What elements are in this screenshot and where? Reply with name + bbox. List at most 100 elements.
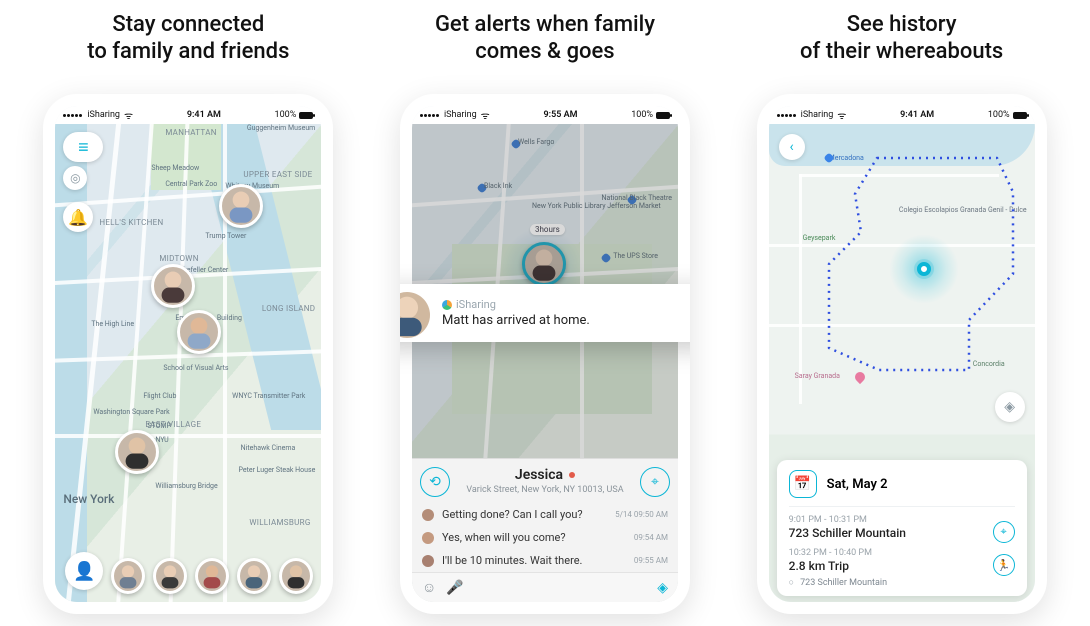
map-poi: National Black Theatre — [602, 194, 672, 202]
notif-app-name: iSharing — [456, 298, 496, 311]
chat-time: 5/14 09:50 AM — [615, 510, 668, 519]
compass-icon: ◎ — [70, 171, 80, 185]
friend-avatar[interactable] — [177, 310, 221, 354]
clock-icon: ⟲ — [429, 474, 441, 490]
battery-icon — [656, 112, 670, 119]
map-label: MANHATTAN — [165, 128, 216, 137]
status-dot-icon — [569, 472, 575, 478]
friends-row — [111, 558, 313, 594]
chat-line[interactable]: I'll be 10 minutes. Wait there. 09:55 AM — [412, 549, 678, 572]
add-user-icon: 👤 — [73, 561, 95, 582]
carrier-label: iSharing — [87, 110, 120, 120]
screen-3: iSharing ᯤ 9:41 AM 100% Mercadona Geysep… — [769, 106, 1035, 602]
column-3: See history of their whereabouts iSharin… — [732, 10, 1072, 614]
menu-button[interactable]: ≡ — [63, 132, 103, 162]
app-showcase: Stay connected to family and friends iSh… — [0, 0, 1090, 614]
friend-chip[interactable] — [153, 558, 187, 594]
headline-2: Get alerts when family comes & goes — [435, 10, 655, 66]
tracked-avatar[interactable] — [522, 242, 566, 286]
battery-icon — [299, 112, 313, 119]
friend-avatar[interactable] — [219, 184, 263, 228]
friend-avatar[interactable] — [151, 264, 195, 308]
chevron-left-icon: ‹ — [790, 139, 794, 155]
calendar-button[interactable]: 📅 — [789, 470, 817, 498]
headline-2-line2: comes & goes — [435, 38, 655, 66]
pin-icon: ⌖ — [651, 474, 659, 490]
app-icon — [442, 300, 452, 310]
friend-chip[interactable] — [237, 558, 271, 594]
map-poi: Sheep Meadow — [151, 164, 199, 172]
history-title: 723 Schiller Mountain — [789, 526, 1015, 540]
headline-2-line1: Get alerts when family — [435, 11, 655, 39]
history-button[interactable]: ⟲ — [420, 467, 450, 497]
map-poi: Flight Club — [143, 392, 176, 400]
map-label: UPPER EAST SIDE — [243, 170, 312, 179]
wifi-icon: ᯤ — [481, 108, 490, 122]
layers-button[interactable]: ◈ — [995, 392, 1025, 422]
pin-icon: ⌖ — [1001, 525, 1007, 539]
calendar-icon: 📅 — [794, 476, 811, 492]
map-poi: The UPS Store — [613, 252, 658, 260]
duration-chip: 3hours — [530, 224, 565, 235]
map-label: New York — [63, 492, 114, 506]
history-row[interactable]: 10:32 PM - 10:40 PM 2.8 km Trip ○723 Sch… — [789, 540, 1015, 588]
battery-icon — [1013, 112, 1027, 119]
map-view[interactable]: MANHATTAN MIDTOWN HELL'S KITCHEN UPPER E… — [55, 124, 321, 602]
map-poi: New York Public Library Jefferson Market — [532, 202, 661, 210]
locate-button[interactable]: ⌖ — [640, 467, 670, 497]
back-button[interactable]: ‹ — [779, 134, 805, 160]
wifi-icon: ᯤ — [124, 108, 133, 122]
history-row[interactable]: 9:01 PM - 10:31 PM 723 Schiller Mountain… — [789, 507, 1015, 540]
status-bar: iSharing ᯤ 9:41 AM 100% — [55, 106, 321, 124]
map-poi: Central Park Zoo — [165, 180, 217, 188]
chat-text: I'll be 10 minutes. Wait there. — [442, 554, 626, 567]
map-poi: Guggenheim Museum — [247, 124, 316, 132]
person-panel: ⟲ Jessica Varick Street, New York, NY 10… — [412, 458, 678, 602]
emoji-button[interactable]: ☺ — [422, 579, 436, 596]
map-poi: Washington Square Park — [93, 408, 169, 416]
send-button[interactable]: ◈ — [657, 580, 668, 596]
screen-1: iSharing ᯤ 9:41 AM 100% MANHATTAN MIDTOW… — [55, 106, 321, 602]
headline-1-line1: Stay connected — [87, 11, 289, 39]
run-icon: 🏃 — [997, 559, 1011, 572]
current-location-pin — [917, 262, 931, 276]
map-poi: Black Ink — [484, 182, 512, 190]
map-label: MIDTOWN — [159, 254, 198, 263]
history-sub: 723 Schiller Mountain — [800, 578, 887, 588]
history-icon-button[interactable]: 🏃 — [993, 554, 1015, 576]
map-poi: Wells Fargo — [518, 138, 554, 146]
person-name: Jessica — [515, 467, 563, 483]
carrier-label: iSharing — [444, 110, 477, 120]
status-bar: iSharing ᯤ 9:41 AM 100% — [769, 106, 1035, 124]
map-poi: The High Line — [91, 320, 134, 328]
column-2: Get alerts when family comes & goes iSha… — [375, 10, 715, 614]
phone-1: iSharing ᯤ 9:41 AM 100% MANHATTAN MIDTOW… — [43, 94, 333, 614]
status-time: 9:55 AM — [490, 110, 631, 120]
screen-2: iSharing ᯤ 9:55 AM 100% 2OM Wells Fargo … — [412, 106, 678, 602]
friend-chip[interactable] — [195, 558, 229, 594]
battery-label: 100% — [988, 110, 1010, 120]
friend-chip[interactable] — [111, 558, 145, 594]
chat-time: 09:55 AM — [634, 556, 668, 565]
map-poi: STOMP — [147, 422, 171, 430]
notification-card[interactable]: iSharing Matt has arrived at home. — [400, 284, 690, 342]
headline-1-line2: to family and friends — [87, 38, 289, 66]
friend-chip[interactable] — [279, 558, 313, 594]
voice-button[interactable]: 🎤 — [446, 580, 463, 596]
carrier-label: iSharing — [801, 110, 834, 120]
phone-2: iSharing ᯤ 9:55 AM 100% 2OM Wells Fargo … — [400, 94, 690, 614]
notif-message: Matt has arrived at home. — [442, 313, 690, 328]
chat-line[interactable]: Yes, when will you come?09:54 AM — [412, 526, 678, 549]
history-date: Sat, May 2 — [827, 477, 888, 492]
headline-3-line2: of their whereabouts — [800, 38, 1003, 66]
status-time: 9:41 AM — [133, 110, 274, 120]
wifi-icon: ᯤ — [837, 108, 846, 122]
chat-line[interactable]: Getting done? Can I call you?5/14 09:50 … — [412, 503, 678, 526]
friend-avatar[interactable] — [115, 430, 159, 474]
notif-app-row: iSharing — [442, 298, 690, 311]
layers-icon: ◈ — [1004, 399, 1015, 415]
map-poi: Trump Tower — [205, 232, 246, 240]
chat-text: Yes, when will you come? — [442, 531, 626, 544]
history-card: 📅 Sat, May 2 9:01 PM - 10:31 PM 723 Schi… — [777, 460, 1027, 596]
history-title: 2.8 km Trip — [789, 559, 1015, 573]
